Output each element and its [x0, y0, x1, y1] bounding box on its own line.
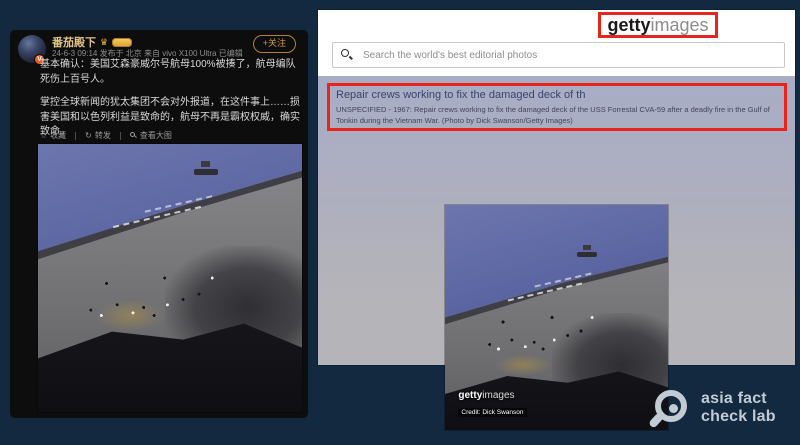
watermark-bold: getty	[458, 390, 482, 401]
getty-logo[interactable]: gettyimages	[607, 15, 708, 36]
logo-annotation-box: gettyimages	[598, 12, 718, 38]
bookmark-icon: ☆	[40, 132, 47, 140]
magnifier-icon	[130, 132, 137, 139]
crown-badge-icon: ♛	[100, 38, 108, 47]
fact-check-composite: V 番茄殿下 ♛ 24-6-3 09:14 发布于 北京 来自 vivo X10…	[0, 0, 800, 445]
divider	[120, 132, 121, 140]
logo-text: asia fact check lab	[701, 390, 776, 427]
magnifier-logo-icon	[652, 388, 690, 428]
favorite-label: 收藏	[50, 130, 66, 141]
getty-carrier-photo[interactable]: gettyimages Credit: Dick Swanson	[445, 205, 668, 430]
getty-content-area: Repair crews working to fix the damaged …	[318, 76, 795, 365]
post-action-bar: ☆ 收藏 ↻ 转发 查看大图	[40, 130, 172, 141]
weibo-carrier-photo[interactable]	[38, 144, 302, 412]
search-icon	[341, 49, 353, 61]
divider	[75, 132, 76, 140]
getty-watermark: gettyimages Credit: Dick Swanson	[458, 390, 526, 419]
crew-figures	[38, 144, 302, 412]
repost-action[interactable]: ↻ 转发	[85, 130, 111, 141]
watermark-credit: Credit: Dick Swanson	[458, 408, 526, 417]
watermark-light: images	[482, 390, 514, 401]
favorite-action[interactable]: ☆ 收藏	[40, 130, 66, 141]
search-bar	[332, 42, 785, 68]
getty-logo-bold: getty	[607, 15, 650, 35]
search-input[interactable]	[361, 49, 776, 62]
weibo-post-panel: V 番茄殿下 ♛ 24-6-3 09:14 发布于 北京 来自 vivo X10…	[10, 30, 308, 418]
getty-logo-light: images	[650, 15, 708, 35]
logo-line-2: check lab	[701, 408, 776, 426]
post-paragraph: 基本确认：美国艾森豪威尔号航母100%被揍了，航母编队死伤上百号人。	[40, 58, 304, 87]
view-large-label: 查看大图	[140, 130, 172, 141]
vip-badge-icon	[112, 38, 132, 47]
photo-title[interactable]: Repair crews working to fix the damaged …	[336, 89, 778, 101]
view-large-image-action[interactable]: 查看大图	[130, 130, 172, 141]
caption-annotation-box: Repair crews working to fix the damaged …	[327, 83, 787, 131]
photo-caption: UNSPECIFIED - 1967: Repair crews working…	[336, 104, 778, 127]
repeat-icon: ↻	[85, 132, 92, 140]
logo-line-1: asia fact	[701, 390, 776, 408]
repost-label: 转发	[95, 130, 111, 141]
getty-screenshot-panel: gettyimages Repair crews working to fix …	[318, 10, 795, 365]
follow-button[interactable]: +关注	[253, 35, 296, 53]
asia-fact-check-lab-logo: asia fact check lab	[652, 388, 776, 428]
